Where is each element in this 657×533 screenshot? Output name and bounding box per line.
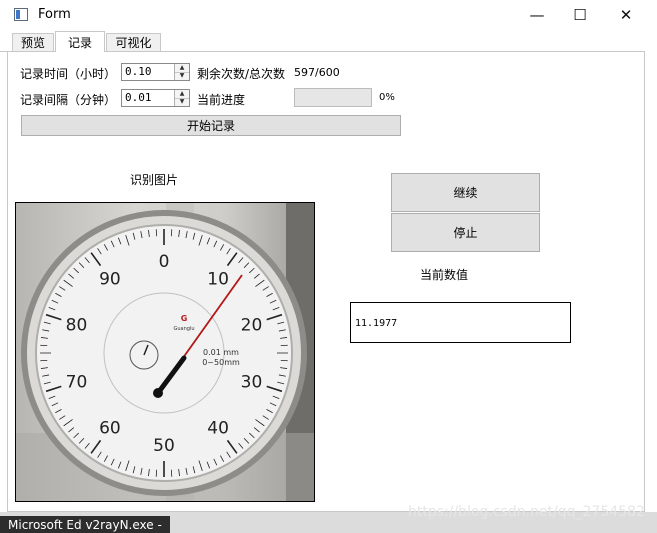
dial-number: 0 [159,252,170,272]
gauge-brand: Guanglu [173,326,194,332]
dial-number: 30 [241,372,263,392]
spinbox-arrows: ▲ ▼ [174,64,189,80]
start-record-button[interactable]: 开始记录 [21,115,401,136]
dial-number: 70 [66,372,88,392]
record-interval-value: 0.01 [125,91,152,104]
recognized-image-label: 识别图片 [130,173,179,187]
record-hours-label: 记录时间（小时） [20,67,117,81]
record-hours-value: 0.10 [125,65,152,78]
current-value-text: 11.1977 [355,318,398,329]
record-interval-label: 记录间隔（分钟） [20,93,117,107]
dial-number: 10 [207,270,229,290]
dial-number: 20 [241,316,263,336]
watermark: https://blog.csdn.net/qq_2754582 [408,504,645,520]
dial-number: 80 [66,316,88,336]
dial-number: 50 [153,436,175,456]
close-button[interactable]: ✕ [603,0,649,30]
progress-bar [294,88,372,107]
app-window-icon [14,8,28,21]
record-interval-spinbox[interactable]: 0.01 ▲ ▼ [121,89,190,107]
gauge-logo: G [181,314,188,323]
tab-record[interactable]: 记录 [55,31,105,52]
taskbar-text: Microsoft Ed v2rayN.exe - [8,518,162,532]
tab-preview[interactable]: 预览 [12,33,54,51]
spinbox-arrows: ▲ ▼ [174,90,189,106]
tab-visualize[interactable]: 可视化 [106,33,161,51]
dial-gauge-graphic: 0 10 20 30 40 50 60 70 80 90 G Guanglu 0.01 mm 0~… [16,203,314,501]
maximize-button[interactable]: ☐ [557,0,603,30]
stop-button[interactable]: 停止 [391,213,540,252]
remaining-count-value: 597/600 [294,66,340,79]
recognized-gauge-image: 0 10 20 30 40 50 60 70 80 90 G Guanglu 0.01 mm 0~… [15,202,315,502]
dial-number: 60 [99,418,121,438]
current-value-box: 11.1977 [350,302,571,343]
remaining-count-label: 剩余次数/总次数 [197,67,286,81]
record-hours-spinbox[interactable]: 0.10 ▲ ▼ [121,63,190,81]
spin-down-icon[interactable]: ▼ [175,98,189,106]
dial-number: 40 [207,418,229,438]
dial-number: 90 [99,270,121,290]
minimize-button[interactable]: — [514,0,560,30]
current-value-label: 当前数值 [420,268,469,282]
window-title: Form [38,7,71,22]
gauge-spec-resolution: 0.01 mm [203,348,239,357]
spin-down-icon[interactable]: ▼ [175,72,189,80]
gauge-spec-range: 0~50mm [202,358,240,367]
progress-label: 当前进度 [197,93,246,107]
progress-percent: 0% [379,92,395,103]
continue-button[interactable]: 继续 [391,173,540,212]
needle-hub [153,388,163,398]
